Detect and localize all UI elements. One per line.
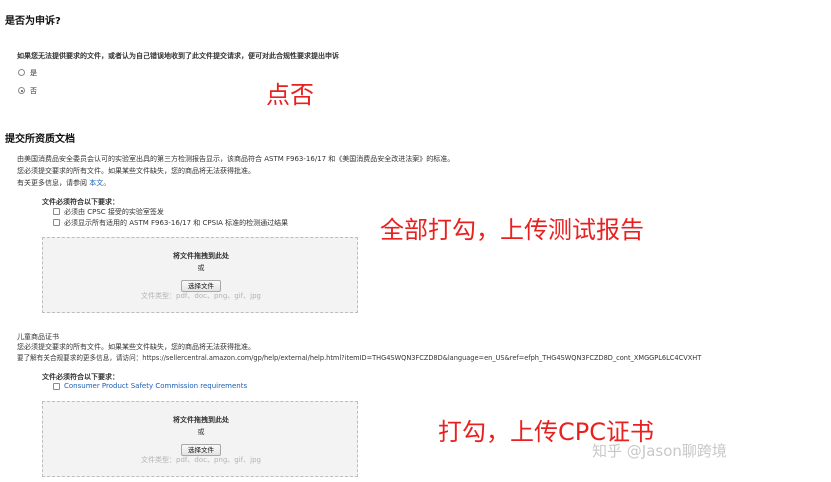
radio-no[interactable]	[18, 87, 25, 94]
qualification-line1: 由美国消费品安全委员会认可的实验室出具的第三方检测报告显示，该商品符合 ASTM…	[17, 155, 455, 163]
radio-no-label: 否	[30, 87, 37, 95]
file-types-hint: 文件类型：pdf、doc、png、gif、jpg	[141, 292, 261, 300]
file-drop-zone-cpc[interactable]: 将文件拖拽到此处 或 选择文件 文件类型：pdf、doc、png、gif、jpg	[42, 401, 358, 477]
drop-zone-label: 将文件拖拽到此处	[173, 416, 229, 424]
appeal-heading: 是否为申诉?	[5, 16, 61, 27]
drop-zone-or: 或	[197, 264, 205, 272]
checkbox-cpsc-requirements-label: Consumer Product Safety Commission requi…	[64, 382, 248, 390]
choose-file-wrapper: 选择文件	[43, 273, 359, 292]
checkbox-astm-cpsia-label: 必须显示所有适用的 ASTM F963-16/17 和 CPSIA 标准的检测通…	[64, 219, 289, 227]
see-article-link[interactable]: 本文。	[89, 179, 110, 187]
radio-yes[interactable]	[18, 69, 25, 76]
file-types-hint: 文件类型：pdf、doc、png、gif、jpg	[141, 456, 261, 464]
checkbox-cpsc-lab-label: 必须由 CPSC 接受的实验室签发	[64, 208, 164, 216]
watermark: 知乎 @Jason聊跨境	[592, 442, 727, 460]
choose-file-wrapper: 选择文件	[43, 437, 359, 456]
children-cert-help-url: 要了解有关合规要求的更多信息，请访问：https://sellercentral…	[17, 354, 702, 362]
qualification-line3-prefix: 有关更多信息，请参阅	[17, 179, 87, 187]
drop-zone-or: 或	[197, 428, 205, 436]
file-drop-zone-test-report[interactable]: 将文件拖拽到此处 或 选择文件 文件类型：pdf、doc、png、gif、jpg	[42, 237, 358, 313]
radio-yes-label: 是	[30, 69, 37, 77]
drop-zone-label: 将文件拖拽到此处	[173, 252, 229, 260]
annotation-check-all: 全部打勾，上传测试报告	[380, 216, 644, 244]
annotation-choose-no: 点否	[266, 81, 314, 109]
children-cert-req-title: 文件必须符合以下要求：	[42, 373, 119, 381]
qualification-line3: 有关更多信息，请参阅 本文。	[17, 178, 110, 188]
children-cert-line1: 您必须提交要求的所有文件。如果某些文件缺失，您的商品将无法获得批准。	[17, 343, 255, 351]
children-cert-heading: 儿童商品证书	[17, 333, 59, 341]
qualification-line2: 您必须提交要求的所有文件。如果某些文件缺失，您的商品将无法获得批准。	[17, 167, 255, 175]
appeal-question: 如果您无法提供要求的文件，或者认为自己错误地收到了此文件提交请求，便可对此合规性…	[17, 52, 339, 60]
checkbox-astm-cpsia[interactable]	[53, 219, 60, 226]
checkbox-cpsc-lab[interactable]	[53, 208, 60, 215]
checkbox-cpsc-requirements[interactable]	[53, 383, 60, 390]
qualification-heading: 提交所资质文档	[5, 134, 75, 145]
qualification-req-title: 文件必须符合以下要求：	[42, 198, 119, 206]
